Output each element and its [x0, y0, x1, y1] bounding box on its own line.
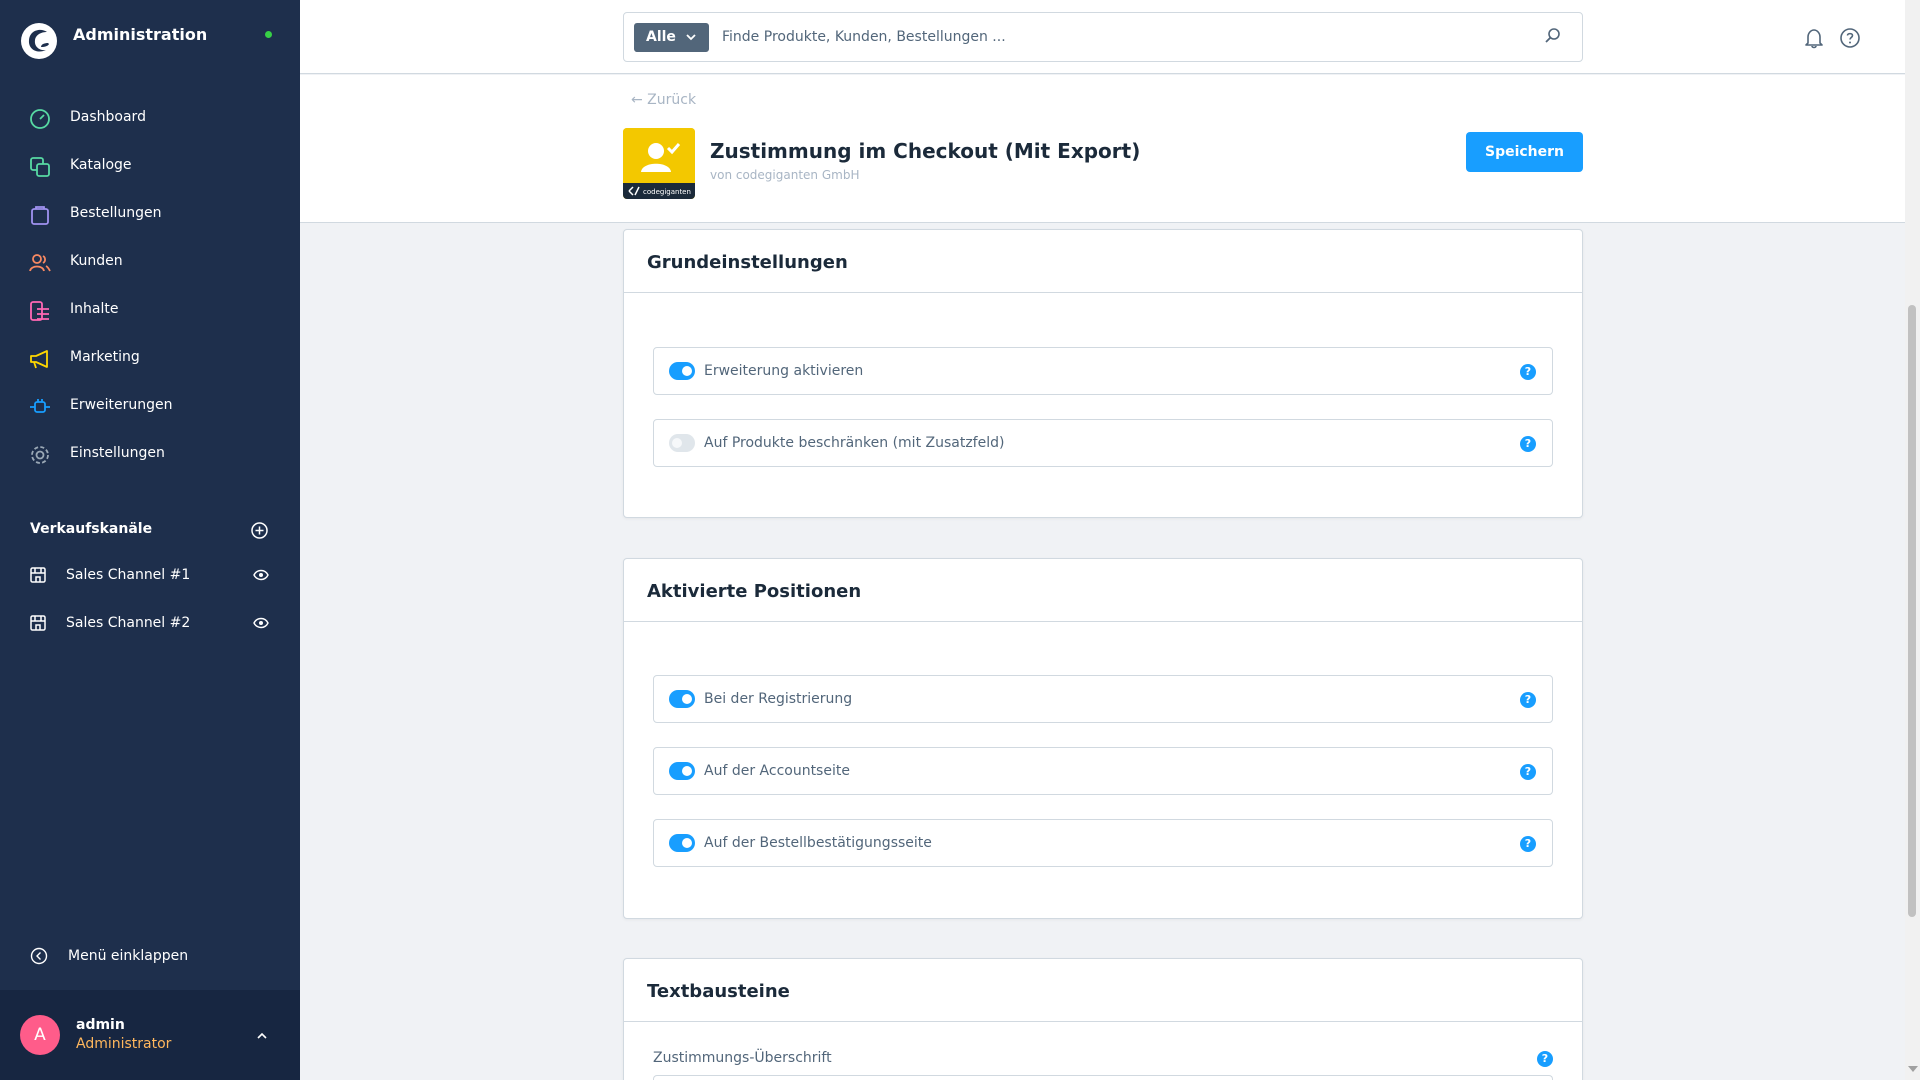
help-icon[interactable] [1839, 27, 1861, 49]
save-button[interactable]: Speichern [1466, 132, 1583, 172]
field-order-confirmation: Auf der Bestellbestätigungsseite ? [653, 819, 1553, 867]
sales-channel-label: Sales Channel #1 [66, 567, 191, 583]
search-icon[interactable] [1544, 27, 1562, 45]
svg-text:codegiganten: codegiganten [643, 188, 691, 196]
nav-item-einstellungen[interactable]: Einstellungen [0, 433, 300, 477]
field-restrict-products: Auf Produkte beschränken (mit Zusatzfeld… [653, 419, 1553, 467]
plugin-vendor: von codegiganten GmbH [710, 168, 860, 182]
page-title: Zustimmung im Checkout (Mit Export) [710, 139, 1141, 163]
shopware-logo-icon[interactable] [20, 22, 58, 60]
user-role: Administrator [76, 1036, 172, 1052]
help-icon[interactable]: ? [1520, 764, 1536, 780]
field-label: Auf der Accountseite [704, 763, 850, 779]
scrollbar-thumb[interactable] [1908, 305, 1916, 917]
sales-channel-item-2[interactable]: Sales Channel #2 [0, 601, 300, 645]
search-type-label: Alle [646, 29, 676, 45]
divider [624, 292, 1582, 293]
sidebar-title: Administration [73, 25, 208, 44]
search-input[interactable] [722, 25, 1502, 49]
customers-icon [29, 254, 51, 272]
sales-channel-label: Sales Channel #2 [66, 615, 191, 631]
gear-icon [31, 446, 49, 464]
avatar: A [20, 1015, 60, 1055]
scroll-down-arrow-icon[interactable] [1908, 1066, 1918, 1072]
storefront-icon [30, 567, 46, 583]
eye-icon[interactable] [253, 569, 269, 581]
global-search: Alle [623, 12, 1583, 62]
nav-label: Erweiterungen [70, 397, 173, 413]
help-icon[interactable]: ? [1537, 1051, 1553, 1067]
collapse-menu-button[interactable]: Menü einklappen [0, 937, 300, 977]
divider [624, 1021, 1582, 1022]
plugin-logo-image: codegiganten [623, 128, 695, 199]
nav-label: Bestellungen [70, 205, 162, 221]
nav-label: Inhalte [70, 301, 119, 317]
nav-item-kunden[interactable]: Kunden [0, 241, 300, 285]
plug-icon [30, 399, 50, 413]
nav-item-kataloge[interactable]: Kataloge [0, 145, 300, 189]
field-account-page: Auf der Accountseite ? [653, 747, 1553, 795]
help-icon[interactable]: ? [1520, 436, 1536, 452]
help-icon[interactable]: ? [1520, 364, 1536, 380]
toggle-switch[interactable] [669, 362, 695, 380]
card-title: Aktivierte Positionen [647, 581, 862, 602]
field-label: Erweiterung aktivieren [704, 363, 864, 379]
card-title: Grundeinstellungen [647, 252, 848, 273]
card-basic-settings: Grundeinstellungen Erweiterung aktiviere… [623, 229, 1583, 518]
sidebar: Administration Dashboard Kataloge Bestel… [0, 0, 300, 1080]
card-title: Textbausteine [647, 981, 790, 1002]
back-link[interactable]: ← Zurück [631, 92, 696, 108]
nav-label: Kunden [70, 253, 123, 269]
online-status-dot [265, 31, 272, 38]
search-type-dropdown[interactable]: Alle [634, 23, 709, 52]
chevron-left-circle-icon [30, 947, 48, 965]
nav-item-inhalte[interactable]: Inhalte [0, 289, 300, 333]
nav-item-dashboard[interactable]: Dashboard [0, 97, 300, 141]
eye-icon[interactable] [253, 617, 269, 629]
nav-item-marketing[interactable]: Marketing [0, 337, 300, 381]
dashboard-icon [30, 109, 50, 129]
nav-label: Kataloge [70, 157, 132, 173]
top-bar: Alle [300, 0, 1905, 74]
field-label: Auf der Bestellbestätigungsseite [704, 835, 932, 851]
field-enable-extension: Erweiterung aktivieren ? [653, 347, 1553, 395]
shopping-bag-icon [31, 206, 49, 225]
megaphone-icon [30, 350, 48, 369]
divider [624, 621, 1582, 622]
field-label: Bei der Registrierung [704, 691, 853, 707]
chevron-down-icon [686, 34, 696, 41]
card-activated-positions: Aktivierte Positionen Bei der Registrier… [623, 558, 1583, 919]
nav-item-bestellungen[interactable]: Bestellungen [0, 193, 300, 237]
plugin-logo: codegiganten [623, 128, 695, 199]
field-registration: Bei der Registrierung ? [653, 675, 1553, 723]
toggle-switch[interactable] [669, 762, 695, 780]
card-text-modules: Textbausteine Zustimmungs-Überschrift ? [623, 958, 1583, 1080]
field-label: Auf Produkte beschränken (mit Zusatzfeld… [704, 435, 1005, 451]
field-label: Zustimmungs-Überschrift [653, 1050, 832, 1066]
sales-channel-item-1[interactable]: Sales Channel #1 [0, 553, 300, 597]
catalog-icon [30, 157, 50, 177]
add-sales-channel-icon[interactable] [251, 522, 268, 539]
storefront-icon [30, 615, 46, 631]
user-name: admin [76, 1017, 125, 1033]
content-icon [30, 301, 49, 321]
user-panel[interactable]: A admin Administrator [0, 990, 300, 1080]
collapse-menu-label: Menü einklappen [68, 948, 189, 964]
page-scrollbar[interactable] [1905, 0, 1920, 1080]
consent-heading-input[interactable] [653, 1075, 1553, 1080]
help-icon[interactable]: ? [1520, 836, 1536, 852]
toggle-switch[interactable] [669, 434, 695, 452]
nav-item-erweiterungen[interactable]: Erweiterungen [0, 385, 300, 429]
toggle-switch[interactable] [669, 834, 695, 852]
nav-label: Einstellungen [70, 445, 165, 461]
chevron-up-icon[interactable] [256, 1032, 268, 1040]
bell-icon[interactable] [1803, 27, 1825, 49]
sales-channels-heading: Verkaufskanäle [30, 521, 153, 537]
nav-label: Marketing [70, 349, 140, 365]
toggle-switch[interactable] [669, 690, 695, 708]
sidebar-header: Administration [0, 0, 300, 86]
help-icon[interactable]: ? [1520, 692, 1536, 708]
nav-label: Dashboard [70, 109, 146, 125]
